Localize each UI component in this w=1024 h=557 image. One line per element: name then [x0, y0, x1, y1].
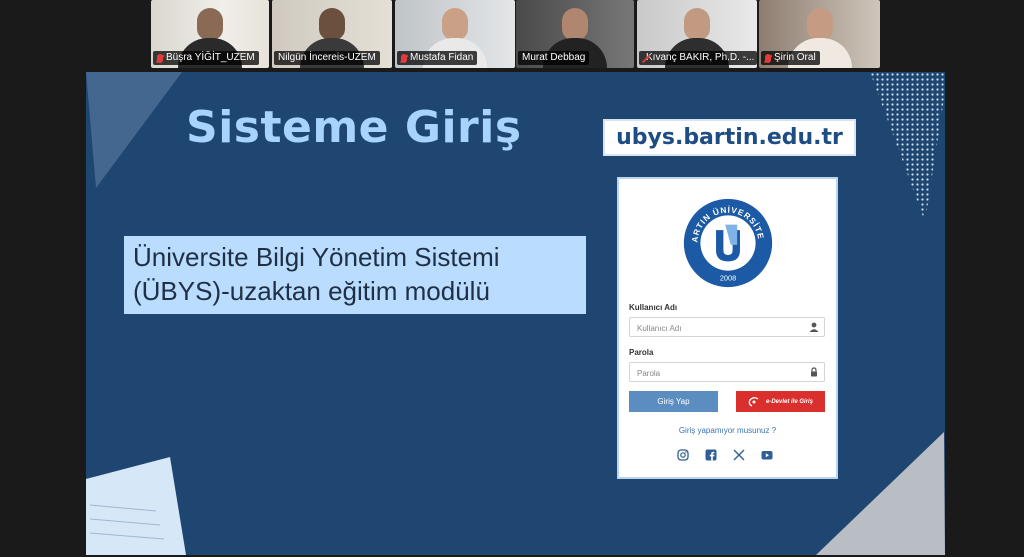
- facebook-icon[interactable]: [705, 449, 717, 461]
- participant-name: Kıvanç BAKIR, Ph.D. -...: [646, 52, 755, 63]
- participant-strip: Büşra YİĞİT_UZEM Nilgün İncereis-UZEM Mu…: [0, 0, 1024, 68]
- username-field: [629, 317, 825, 338]
- university-logo: BARTIN ÜNİVERSİTESİ 2008: [682, 197, 773, 288]
- x-icon[interactable]: [733, 449, 745, 461]
- mic-muted-icon: [401, 53, 407, 63]
- participant-tile[interactable]: Mustafa Fidan: [395, 0, 515, 68]
- decorative-paper-bottom-left: [86, 457, 186, 555]
- participant-video: [806, 8, 833, 40]
- username-label: Kullanıcı Adı: [629, 303, 678, 312]
- mic-muted-icon: [157, 53, 163, 63]
- participant-tile[interactable]: Kıvanç BAKIR, Ph.D. -...: [637, 0, 757, 68]
- participant-name: Murat Debbag: [522, 52, 586, 63]
- participant-video: [319, 8, 345, 40]
- zoom-meeting-window: Büşra YİĞİT_UZEM Nilgün İncereis-UZEM Mu…: [0, 0, 1024, 557]
- participant-video: [197, 8, 223, 40]
- slide-title: Sisteme Giriş: [186, 102, 522, 153]
- participant-tile[interactable]: Şirin Oral: [759, 0, 880, 68]
- subtitle-line-2: (ÜBYS)-uzaktan eğitim modülü: [133, 276, 490, 306]
- user-icon: [809, 322, 819, 332]
- password-label: Parola: [629, 348, 654, 357]
- participant-tile-active-speaker[interactable]: Nilgün İncereis-UZEM: [272, 0, 392, 68]
- password-field: [629, 362, 825, 383]
- decorative-triangle-top-left: [86, 72, 182, 188]
- edevlet-login-button[interactable]: e-Devlet ile Giriş: [736, 391, 825, 412]
- participant-tile[interactable]: Büşra YİĞİT_UZEM: [151, 0, 269, 68]
- social-links: [677, 449, 773, 461]
- instagram-icon[interactable]: [677, 449, 689, 461]
- slide-subtitle-box: Üniversite Bilgi Yönetim Sistemi (ÜBYS)-…: [124, 236, 586, 314]
- subtitle-line-1: Üniversite Bilgi Yönetim Sistemi: [133, 242, 500, 272]
- edevlet-logo-icon: [748, 396, 759, 407]
- username-input[interactable]: [630, 319, 800, 338]
- login-button[interactable]: Giriş Yap: [629, 391, 718, 412]
- decorative-dot-pattern: [870, 72, 945, 222]
- participant-name: Mustafa Fidan: [410, 52, 474, 63]
- edevlet-button-label: e-Devlet ile Giriş: [765, 398, 814, 405]
- participant-name: Nilgün İncereis-UZEM: [278, 52, 376, 63]
- participant-video: [442, 8, 468, 40]
- participant-video: [684, 8, 710, 40]
- participant-video: [562, 8, 588, 40]
- participant-tile[interactable]: Murat Debbag: [516, 0, 634, 68]
- login-card: BARTIN ÜNİVERSİTESİ 2008 Kullanıcı Adı P…: [617, 177, 838, 479]
- password-input[interactable]: [630, 364, 800, 383]
- mic-muted-icon: [765, 53, 771, 63]
- shared-screen-slide: Sisteme Giriş ubys.bartin.edu.tr Ünivers…: [86, 72, 945, 555]
- participant-name: Şirin Oral: [774, 52, 816, 63]
- participant-name: Büşra YİĞİT_UZEM: [166, 52, 255, 63]
- lock-icon: [811, 367, 817, 377]
- logo-year: 2008: [720, 274, 736, 283]
- forgot-login-link[interactable]: Giriş yapamıyor musunuz ?: [619, 426, 836, 435]
- url-label: ubys.bartin.edu.tr: [603, 119, 856, 156]
- youtube-icon[interactable]: [761, 449, 773, 461]
